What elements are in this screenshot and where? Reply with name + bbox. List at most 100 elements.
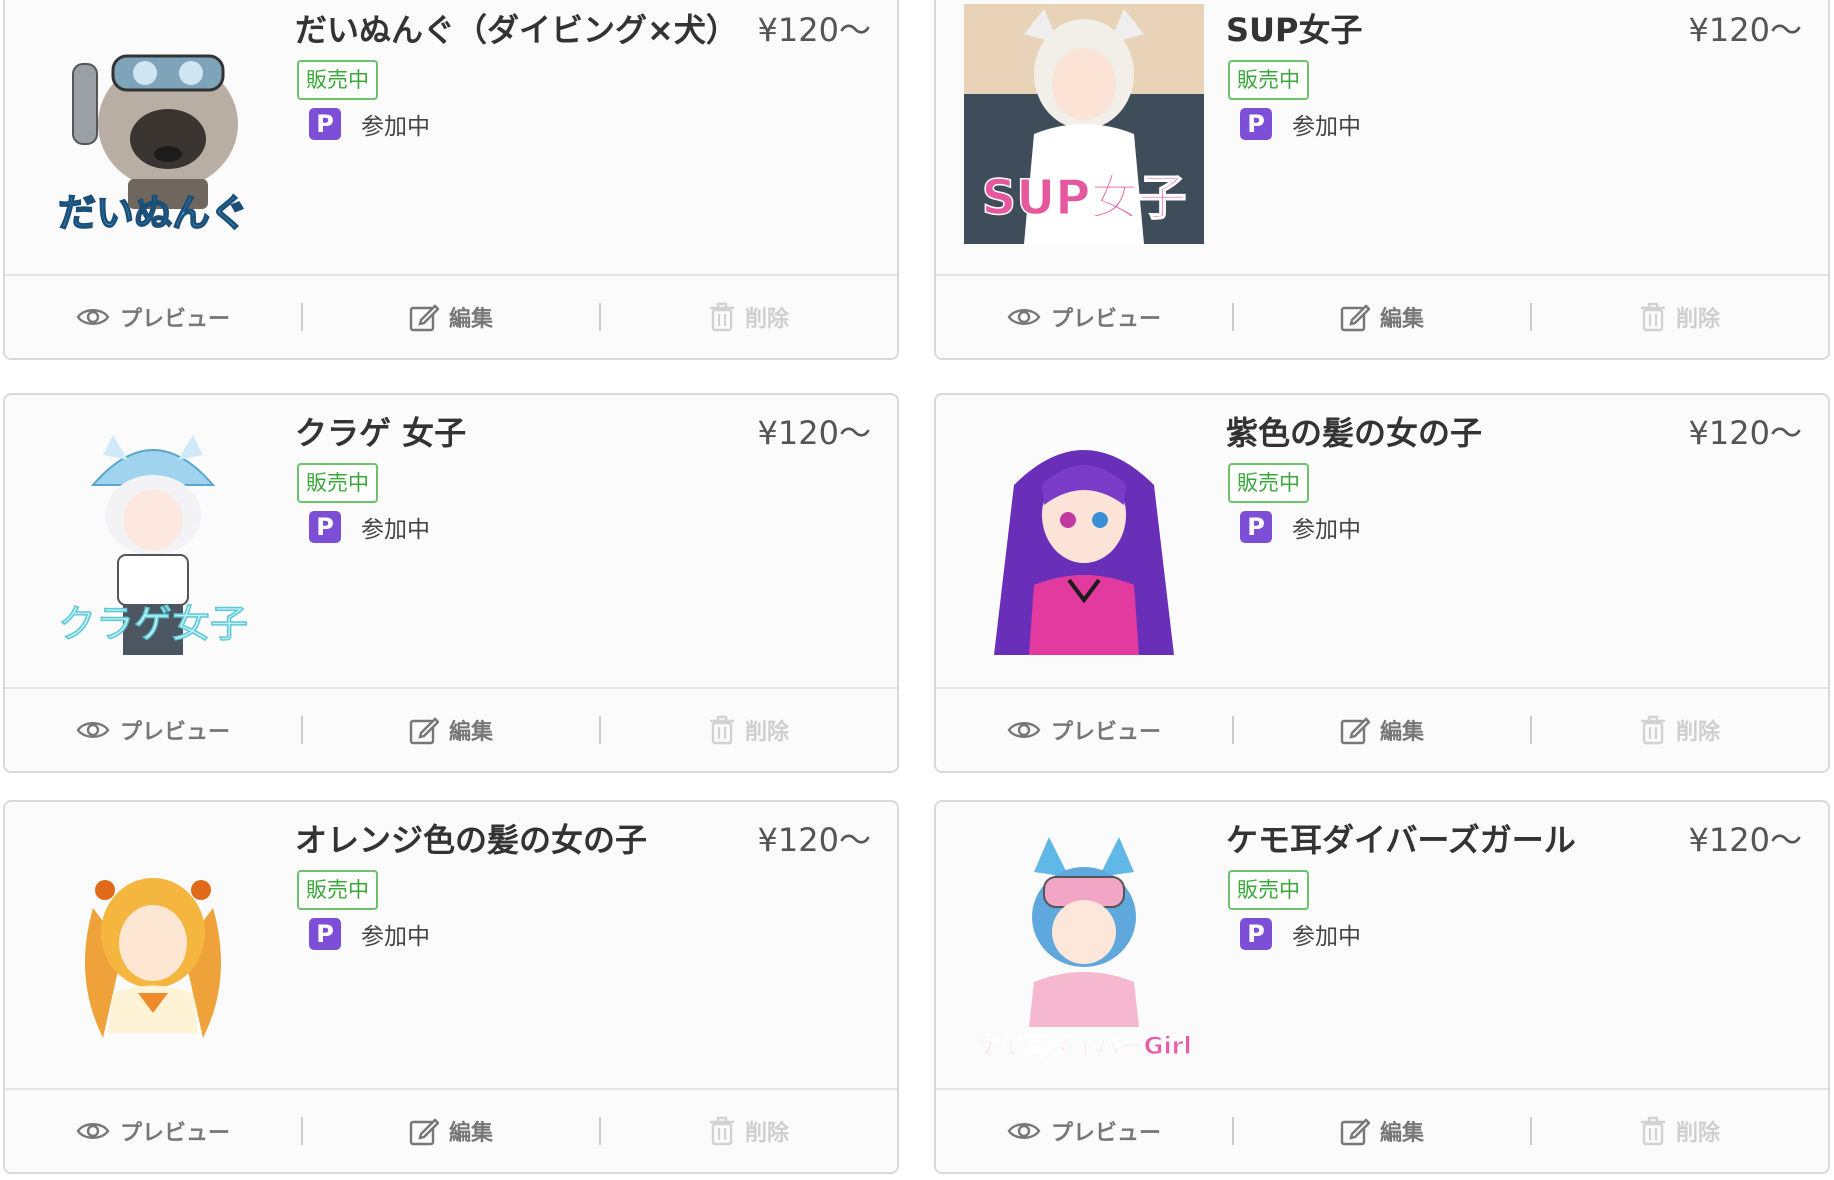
point-p-icon: P: [1240, 918, 1272, 950]
edit-icon: [1340, 1116, 1370, 1146]
product-card: 紫色の髪の女の子 ¥120〜 販売中 P 参加中 プレビュー 編集 削除: [934, 393, 1830, 773]
sup-girl-illustration: SUP女子: [964, 4, 1204, 244]
product-title[interactable]: オレンジ色の髪の女の子: [295, 820, 647, 860]
status-badge: 販売中: [1228, 870, 1309, 910]
point-status: P 参加中: [1240, 106, 1361, 142]
product-card: だいぬんぐ だいぬんぐ（ダイビング×犬） ¥120〜 販売中 P 参加中 プレビ…: [3, 0, 899, 360]
thumbnail-caption: ケモ耳ダイバーGirl: [976, 1032, 1192, 1060]
delete-label: 削除: [1675, 307, 1720, 332]
trash-icon: [1640, 1116, 1666, 1146]
point-status-label: 参加中: [1292, 924, 1361, 950]
preview-button[interactable]: プレビュー: [5, 689, 301, 771]
point-status-label: 参加中: [1292, 114, 1361, 140]
edit-label: 編集: [1379, 307, 1424, 332]
eye-icon: [76, 1120, 110, 1142]
edit-label: 編集: [1379, 720, 1424, 745]
point-status-label: 参加中: [1292, 517, 1361, 543]
edit-icon: [409, 715, 439, 745]
edit-label: 編集: [1379, 1121, 1424, 1146]
edit-button[interactable]: 編集: [303, 689, 599, 771]
edit-icon: [409, 302, 439, 332]
eye-icon: [76, 306, 110, 328]
product-grid: だいぬんぐ だいぬんぐ（ダイビング×犬） ¥120〜 販売中 P 参加中 プレビ…: [0, 0, 1834, 1180]
delete-button[interactable]: 削除: [1532, 276, 1828, 358]
product-thumbnail[interactable]: [33, 828, 273, 1068]
point-status: P 参加中: [309, 916, 430, 952]
product-thumbnail[interactable]: ケモ耳ダイバーGirl: [964, 822, 1204, 1062]
preview-button[interactable]: プレビュー: [936, 689, 1232, 771]
point-status: P 参加中: [1240, 916, 1361, 952]
product-thumbnail[interactable]: [964, 415, 1204, 655]
card-actions: プレビュー 編集 削除: [936, 687, 1828, 771]
card-actions: プレビュー 編集 削除: [5, 687, 897, 771]
delete-button[interactable]: 削除: [1532, 689, 1828, 771]
product-thumbnail[interactable]: クラゲ女子: [33, 415, 273, 655]
preview-button[interactable]: プレビュー: [936, 276, 1232, 358]
eye-icon: [76, 719, 110, 741]
preview-button[interactable]: プレビュー: [936, 1090, 1232, 1172]
card-actions: プレビュー 編集 削除: [936, 1088, 1828, 1172]
thumbnail-caption: SUP女子: [982, 170, 1187, 226]
product-title[interactable]: 紫色の髪の女の子: [1226, 413, 1482, 453]
point-p-icon: P: [309, 918, 341, 950]
status-badge: 販売中: [297, 463, 378, 503]
kemomimi-diver-girl-illustration: ケモ耳ダイバーGirl: [976, 837, 1192, 1061]
point-status: P 参加中: [309, 509, 430, 545]
point-p-icon: P: [1240, 511, 1272, 543]
product-title[interactable]: SUP女子: [1226, 10, 1363, 50]
product-card: クラゲ女子 クラゲ 女子 ¥120〜 販売中 P 参加中 プレビュー 編集 削除: [3, 393, 899, 773]
edit-button[interactable]: 編集: [1234, 276, 1530, 358]
point-status: P 参加中: [309, 106, 430, 142]
point-status-label: 参加中: [361, 924, 430, 950]
status-badge: 販売中: [297, 870, 378, 910]
product-card-body: SUP女子 SUP女子 ¥120〜 販売中 P 参加中: [936, 0, 1828, 267]
preview-label: プレビュー: [1050, 1121, 1161, 1146]
eye-icon: [1007, 1120, 1041, 1142]
card-actions: プレビュー 編集 削除: [5, 274, 897, 358]
status-badge: 販売中: [297, 60, 378, 100]
edit-label: 編集: [448, 1121, 493, 1146]
product-title[interactable]: だいぬんぐ（ダイビング×犬）: [295, 10, 738, 50]
edit-button[interactable]: 編集: [1234, 1090, 1530, 1172]
product-price: ¥120〜: [757, 821, 871, 859]
delete-button[interactable]: 削除: [601, 276, 897, 358]
eye-icon: [1007, 306, 1041, 328]
edit-button[interactable]: 編集: [303, 1090, 599, 1172]
trash-icon: [709, 715, 735, 745]
preview-button[interactable]: プレビュー: [5, 1090, 301, 1172]
edit-button[interactable]: 編集: [1234, 689, 1530, 771]
product-thumbnail[interactable]: だいぬんぐ: [33, 4, 273, 244]
product-title[interactable]: クラゲ 女子: [295, 413, 466, 453]
jellyfish-girl-illustration: クラゲ女子: [57, 435, 249, 655]
eye-icon: [1007, 719, 1041, 741]
purple-hair-girl-illustration: [994, 450, 1174, 655]
delete-label: 削除: [744, 307, 789, 332]
preview-button[interactable]: プレビュー: [5, 276, 301, 358]
card-actions: プレビュー 編集 削除: [936, 274, 1828, 358]
product-price: ¥120〜: [757, 11, 871, 49]
product-card-body: オレンジ色の髪の女の子 ¥120〜 販売中 P 参加中: [5, 802, 897, 1077]
thumbnail-caption: だいぬんぐ: [58, 191, 248, 235]
point-status: P 参加中: [1240, 509, 1361, 545]
edit-icon: [1340, 302, 1370, 332]
delete-button[interactable]: 削除: [601, 689, 897, 771]
preview-label: プレビュー: [119, 307, 230, 332]
delete-button[interactable]: 削除: [601, 1090, 897, 1172]
edit-button[interactable]: 編集: [303, 276, 599, 358]
pug-diver-illustration: だいぬんぐ: [57, 54, 249, 236]
product-title[interactable]: ケモ耳ダイバーズガール: [1226, 820, 1576, 860]
point-status-label: 参加中: [361, 517, 430, 543]
product-card-body: ケモ耳ダイバーGirl ケモ耳ダイバーズガール ¥120〜 販売中 P 参加中: [936, 802, 1828, 1077]
product-card-body: だいぬんぐ だいぬんぐ（ダイビング×犬） ¥120〜 販売中 P 参加中: [5, 0, 897, 267]
point-p-icon: P: [309, 108, 341, 140]
trash-icon: [1640, 302, 1666, 332]
trash-icon: [709, 302, 735, 332]
product-card-body: 紫色の髪の女の子 ¥120〜 販売中 P 参加中: [936, 395, 1828, 670]
preview-label: プレビュー: [1050, 307, 1161, 332]
delete-button[interactable]: 削除: [1532, 1090, 1828, 1172]
edit-icon: [409, 1116, 439, 1146]
product-thumbnail[interactable]: SUP女子: [964, 4, 1204, 244]
point-p-icon: P: [1240, 108, 1272, 140]
delete-label: 削除: [744, 720, 789, 745]
product-price: ¥120〜: [1688, 821, 1802, 859]
